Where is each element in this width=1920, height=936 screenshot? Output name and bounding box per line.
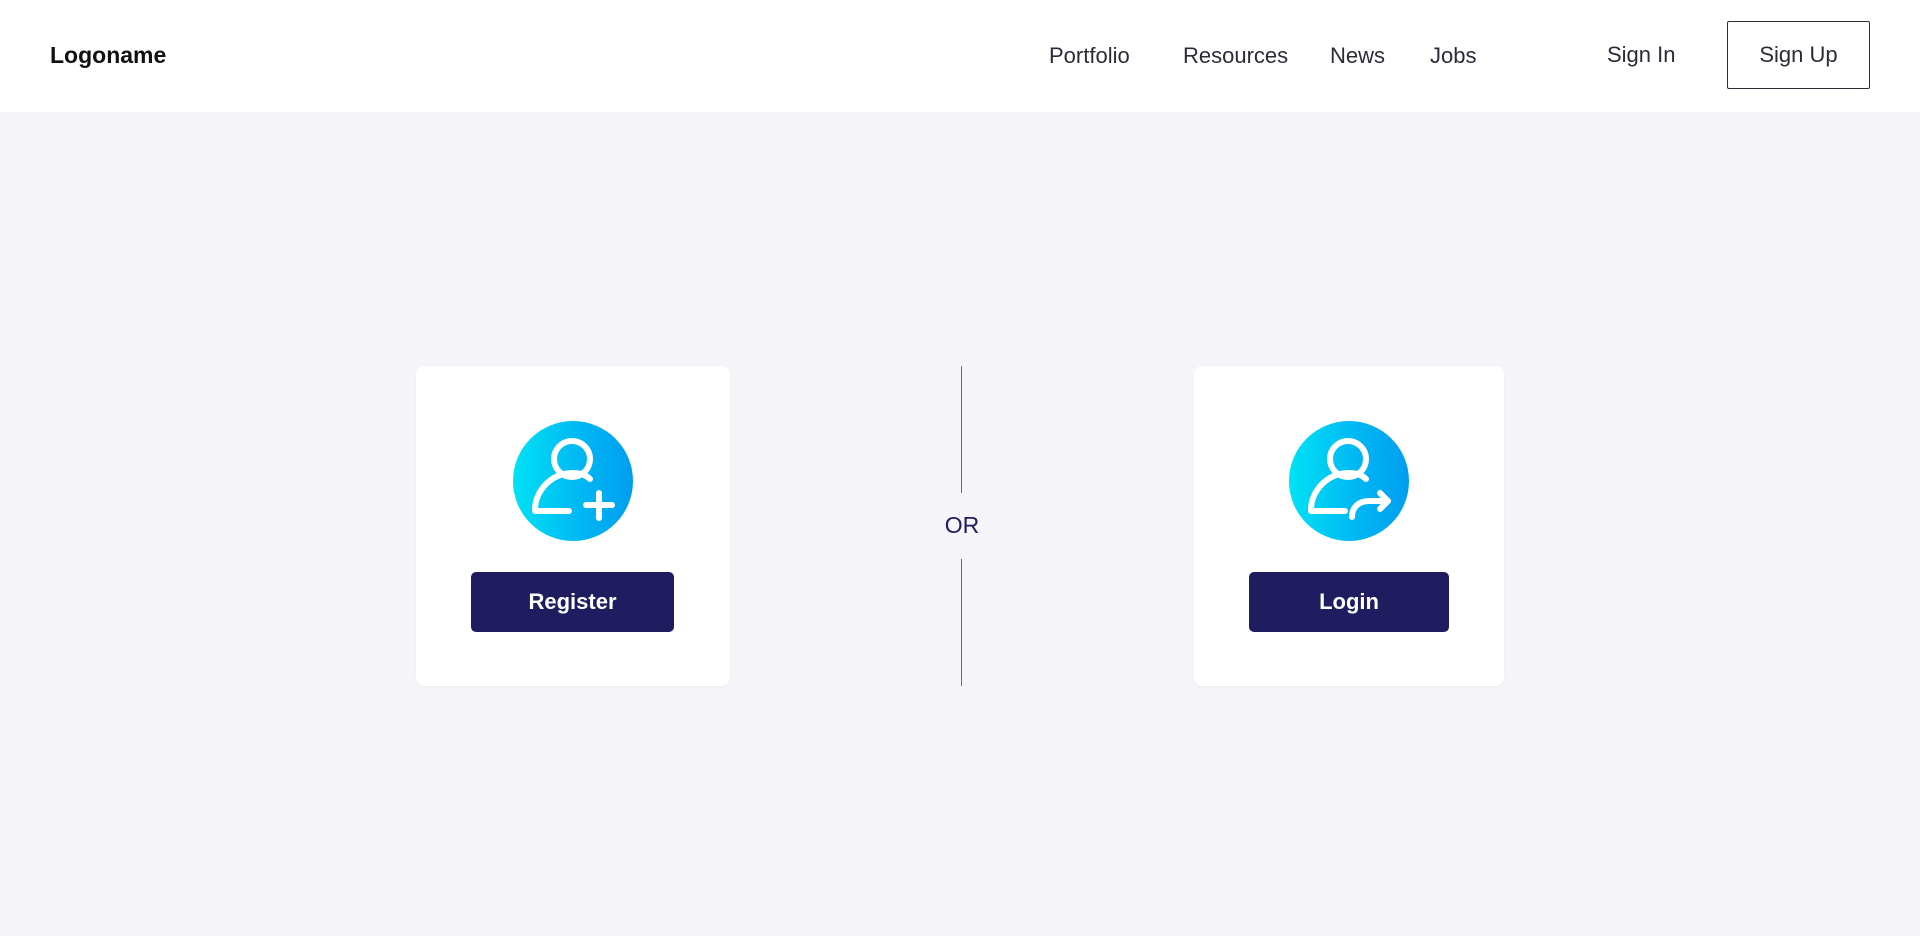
nav-news[interactable]: News (1330, 43, 1385, 69)
nav-resources[interactable]: Resources (1183, 43, 1288, 69)
divider-line-bottom (961, 559, 962, 686)
sign-in-link[interactable]: Sign In (1607, 42, 1676, 68)
nav-jobs[interactable]: Jobs (1430, 43, 1476, 69)
login-card: Login (1194, 366, 1504, 686)
register-card: Register (416, 366, 730, 686)
divider-line-top (961, 366, 962, 493)
logo[interactable]: Logoname (50, 42, 166, 69)
top-navbar: Logoname Portfolio Resources News Jobs S… (0, 0, 1920, 112)
register-button[interactable]: Register (471, 572, 674, 632)
user-add-icon (513, 421, 633, 541)
user-login-icon (1289, 421, 1409, 541)
nav-portfolio[interactable]: Portfolio (1049, 43, 1130, 69)
sign-up-button[interactable]: Sign Up (1727, 21, 1870, 89)
or-divider-label: OR (944, 512, 980, 538)
login-button[interactable]: Login (1249, 572, 1449, 632)
